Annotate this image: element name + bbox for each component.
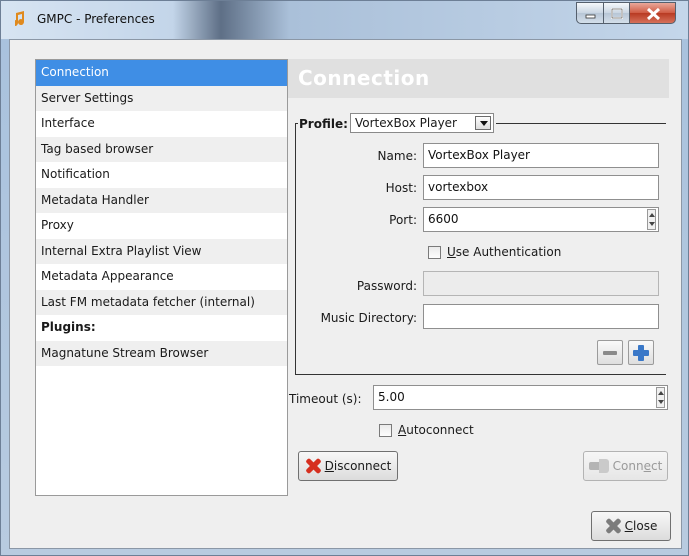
use-authentication-text: se Authentication <box>455 245 562 259</box>
autoconnect-mnemonic: A <box>398 423 407 437</box>
panel-title: Connection <box>298 66 430 90</box>
sidebar-item-last-fm-metadata-fetcher[interactable]: Last FM metadata fetcher (internal) <box>36 289 287 315</box>
autoconnect-checkbox[interactable] <box>379 424 392 437</box>
minimize-button[interactable] <box>576 2 603 24</box>
connect-plug-icon <box>588 459 609 473</box>
profile-frame-left <box>295 123 296 375</box>
connect-button[interactable]: Connect <box>583 451 668 481</box>
name-label: Name: <box>377 149 417 163</box>
profile-combo[interactable]: VortexBox Player <box>350 113 494 133</box>
connect-text-rest: ct <box>651 459 663 473</box>
close-button[interactable]: Close <box>591 511 671 541</box>
sidebar-item-metadata-handler[interactable]: Metadata Handler <box>36 187 287 213</box>
name-field[interactable]: VortexBox Player <box>423 143 659 168</box>
music-directory-label: Music Directory: <box>320 311 417 325</box>
host-label: Host: <box>385 181 417 195</box>
preferences-window: GMPC - Preferences Connection Server Set… <box>0 0 689 556</box>
close-text: lose <box>633 519 658 533</box>
window-close-button[interactable] <box>629 2 676 24</box>
use-authentication-label[interactable]: Use Authentication <box>447 245 561 259</box>
close-x-icon <box>605 518 621 534</box>
connect-label: Connect <box>613 459 663 473</box>
close-mnemonic: C <box>624 519 634 533</box>
use-authentication-checkbox[interactable] <box>428 246 441 259</box>
window-title: GMPC - Preferences <box>37 12 155 26</box>
title-bar[interactable]: GMPC - Preferences <box>1 1 688 39</box>
minus-icon <box>603 351 617 355</box>
sidebar-item-metadata-appearance[interactable]: Metadata Appearance <box>36 264 287 290</box>
close-icon <box>646 7 661 21</box>
maximize-icon <box>611 8 623 19</box>
port-field[interactable]: 6600 <box>423 207 659 232</box>
sidebar-item-proxy[interactable]: Proxy <box>36 213 287 239</box>
timeout-spin-buttons[interactable] <box>656 387 665 408</box>
remove-profile-button[interactable] <box>597 340 623 365</box>
gmpc-app-icon <box>15 11 25 26</box>
minimize-icon <box>585 14 596 19</box>
host-field[interactable]: vortexbox <box>423 175 659 200</box>
disconnect-label: Disconnect <box>325 459 392 473</box>
disconnect-icon <box>305 458 321 474</box>
profile-combo-value: VortexBox Player <box>355 116 457 130</box>
disconnect-button[interactable]: Disconnect <box>298 451 398 481</box>
sidebar-item-internal-extra-playlist-view[interactable]: Internal Extra Playlist View <box>36 238 287 264</box>
sidebar-item-interface[interactable]: Interface <box>36 111 287 137</box>
music-directory-field[interactable] <box>423 304 659 329</box>
disconnect-text: isconnect <box>333 459 392 473</box>
sidebar-item-magnatune-stream-browser[interactable]: Magnatune Stream Browser <box>36 340 287 366</box>
profile-label: Profile: <box>299 117 348 131</box>
connect-mnemonic: e <box>643 459 651 473</box>
port-label: Port: <box>389 213 417 227</box>
close-label: Close <box>625 519 658 533</box>
maximize-button[interactable] <box>603 2 629 24</box>
port-spin-buttons[interactable] <box>647 209 656 230</box>
autoconnect-text: utoconnect <box>406 423 474 437</box>
use-authentication-mnemonic: U <box>447 245 456 259</box>
sidebar-item-tag-based-browser[interactable]: Tag based browser <box>36 136 287 162</box>
password-label: Password: <box>356 279 417 293</box>
profile-frame-bottom <box>295 374 666 375</box>
connect-text-prefix: Conn <box>612 459 644 473</box>
sidebar-item-notification[interactable]: Notification <box>36 162 287 188</box>
preferences-category-list: Connection Server Settings Interface Tag… <box>35 59 288 496</box>
password-field[interactable] <box>423 271 659 296</box>
add-profile-button[interactable] <box>628 340 654 365</box>
plus-icon-vertical <box>638 345 644 361</box>
chevron-down-icon[interactable] <box>475 116 491 130</box>
timeout-label: Timeout (s): <box>289 392 362 406</box>
timeout-field[interactable]: 5.00 <box>373 385 668 410</box>
disconnect-mnemonic: D <box>324 459 334 473</box>
panel-header: Connection <box>288 59 669 98</box>
sidebar-item-connection[interactable]: Connection <box>36 60 287 86</box>
sidebar-item-server-settings[interactable]: Server Settings <box>36 85 287 111</box>
sidebar-heading-plugins: Plugins: <box>41 320 96 334</box>
autoconnect-label[interactable]: Autoconnect <box>398 423 474 437</box>
